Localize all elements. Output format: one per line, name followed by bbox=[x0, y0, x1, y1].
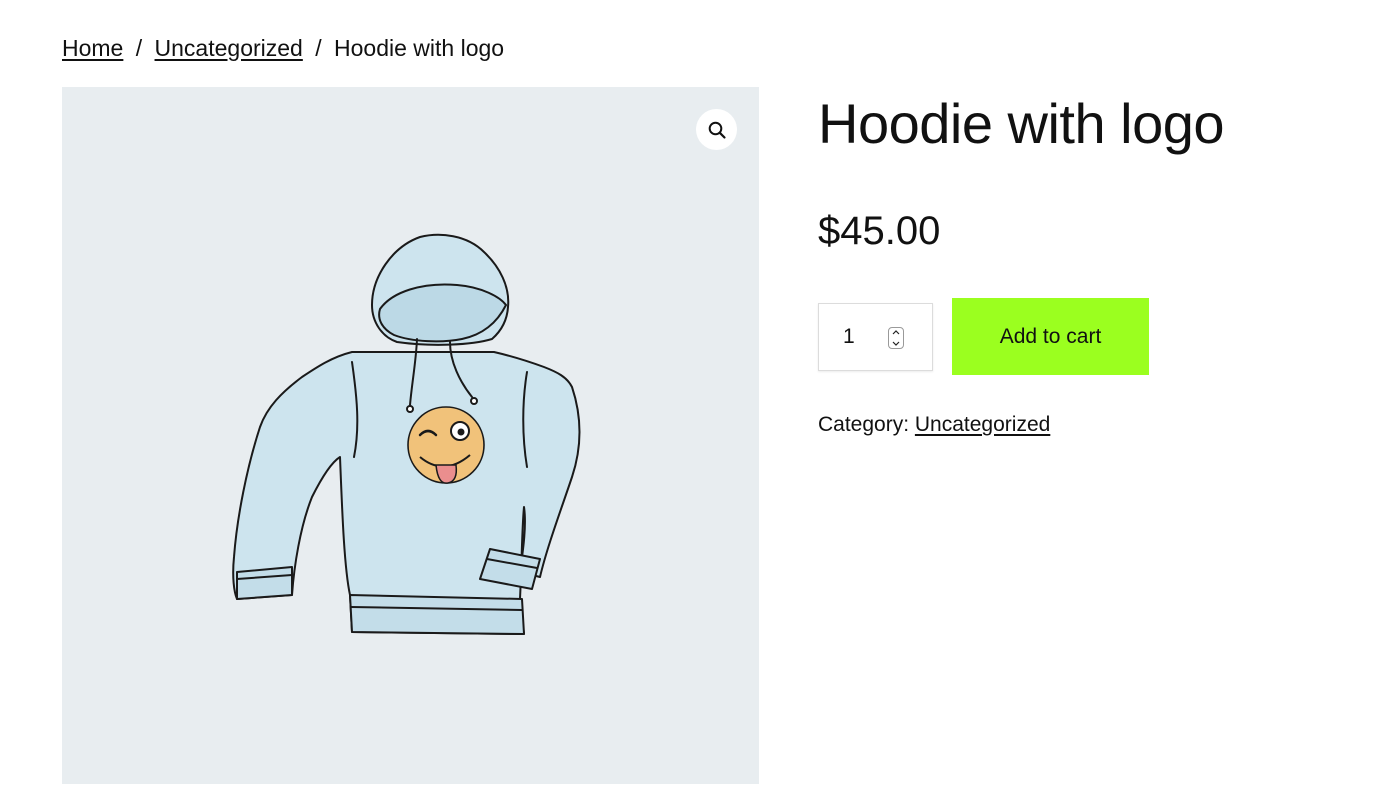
breadcrumb-current: Hoodie with logo bbox=[334, 35, 505, 61]
breadcrumb-separator: / bbox=[135, 35, 143, 61]
quantity-stepper[interactable] bbox=[888, 326, 904, 349]
breadcrumb-separator: / bbox=[315, 35, 322, 61]
quantity-input[interactable]: 1 bbox=[818, 302, 933, 371]
breadcrumb: Home / Uncategorized / Hoodie with logo bbox=[62, 33, 504, 63]
product-page: Home / Uncategorized / Hoodie with logo bbox=[0, 0, 1400, 805]
product-meta: Category: Uncategorized bbox=[818, 411, 1358, 439]
product-price: $45.00 bbox=[818, 209, 941, 253]
quantity-value[interactable]: 1 bbox=[843, 325, 855, 349]
product-title: Hoodie with logo bbox=[818, 92, 1225, 155]
zoom-button[interactable] bbox=[696, 109, 737, 150]
emoji-logo bbox=[407, 406, 485, 484]
breadcrumb-home-link[interactable]: Home bbox=[62, 35, 123, 61]
category-link[interactable]: Uncategorized bbox=[915, 413, 1050, 436]
category-label: Category: bbox=[818, 413, 910, 436]
product-summary: Hoodie with logo $45.00 1 Add to cart Ca… bbox=[818, 90, 1358, 439]
add-to-cart-form: 1 Add to cart bbox=[818, 298, 1358, 375]
add-to-cart-button[interactable]: Add to cart bbox=[952, 298, 1149, 375]
chevron-down-icon[interactable] bbox=[892, 341, 900, 346]
product-gallery[interactable] bbox=[62, 87, 759, 784]
magnifier-icon bbox=[708, 121, 726, 139]
hoodie-image bbox=[232, 233, 581, 635]
chevron-up-icon[interactable] bbox=[892, 329, 900, 335]
breadcrumb-category-link[interactable]: Uncategorized bbox=[155, 35, 303, 61]
